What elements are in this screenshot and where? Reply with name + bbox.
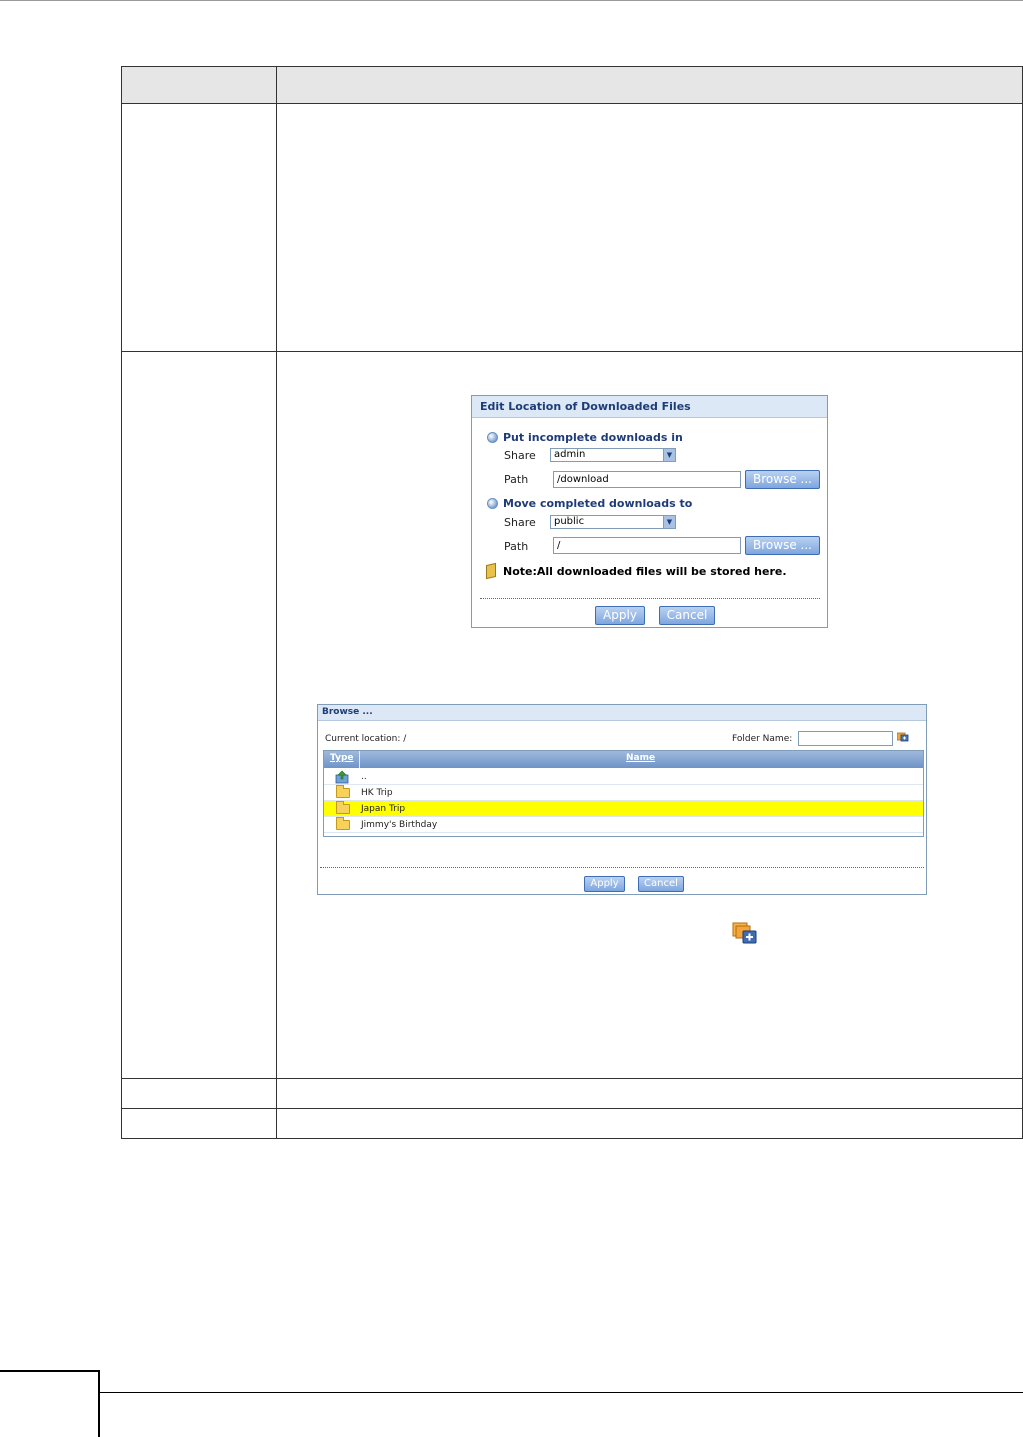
list-item[interactable]: HK Trip [324,785,923,801]
bullet-icon [487,432,498,443]
path-input-incomplete[interactable]: /download [553,471,741,488]
dropdown-arrow-icon[interactable]: ▼ [663,449,675,461]
table-header-row [122,67,1022,103]
dotted-divider [480,598,820,599]
cancel-button[interactable]: Cancel [659,606,715,625]
share-label: Share [504,449,536,462]
section-title: Move completed downloads to [503,497,693,510]
edit-location-dialog: Edit Location of Downloaded Files Put in… [471,395,828,628]
share-select-completed[interactable]: public ▼ [550,515,676,529]
type-column-header[interactable]: Type [330,753,353,763]
share-select-value: public [554,516,585,527]
up-folder-icon [335,770,349,784]
apply-button[interactable]: Apply [595,606,645,625]
note-text: Note:All downloaded files will be stored… [503,564,787,578]
folder-list: Type Name .. HK Trip Japan Trip Jimmy's … [323,750,924,837]
cancel-button[interactable]: Cancel [638,876,684,892]
name-column-header[interactable]: Name [626,753,655,763]
folder-name: Jimmy's Birthday [361,820,438,830]
folder-icon [336,801,350,814]
folder-name-label: Folder Name: [732,734,793,744]
table-row [122,1108,1022,1138]
table-label-cell [122,352,277,1078]
table-row [122,103,1022,351]
list-item-selected[interactable]: Japan Trip [324,801,923,817]
browse-button[interactable]: Browse ... [745,536,820,555]
apply-button[interactable]: Apply [584,876,625,892]
storage-note: Note:All downloaded files will be stored… [486,562,787,580]
folder-icon [336,785,350,798]
table-row [122,1078,1022,1108]
folder-name: .. [361,772,367,782]
footer-rule [100,1392,1023,1393]
table-label-cell [122,1109,277,1138]
browse-dialog: Browse ... Current location: / Folder Na… [317,704,927,895]
table-label-cell [122,1079,277,1108]
folder-name: HK Trip [361,788,393,798]
incomplete-downloads-heading: Put incomplete downloads in [487,431,683,444]
dialog-title: Edit Location of Downloaded Files [472,396,827,418]
share-label: Share [504,516,536,529]
table-label-cell [122,104,277,351]
list-item[interactable]: .. [324,769,923,785]
bullet-icon [487,498,498,509]
folder-list-header: Type Name [324,751,923,768]
current-location: Current location: / [325,734,407,744]
new-folder-icon [732,922,757,944]
folder-name: Japan Trip [361,804,406,814]
note-icon [486,562,496,580]
top-rule [0,0,1023,1]
completed-downloads-heading: Move completed downloads to [487,497,692,510]
path-label: Path [504,540,529,553]
path-label: Path [504,473,529,486]
dotted-divider [320,867,924,868]
folder-name-input[interactable] [798,731,893,746]
list-item[interactable]: Jimmy's Birthday [324,817,923,833]
path-input-completed[interactable]: / [553,537,741,554]
share-select-value: admin [554,449,586,460]
table-header-label-cell [122,67,277,103]
section-title: Put incomplete downloads in [503,431,683,444]
dialog-title: Browse ... [318,705,926,721]
page-number-box [0,1370,100,1437]
column-separator [359,751,360,768]
new-folder-icon[interactable] [897,732,909,742]
dropdown-arrow-icon[interactable]: ▼ [663,516,675,528]
folder-icon [336,817,350,830]
share-select-incomplete[interactable]: admin ▼ [550,448,676,462]
browse-button[interactable]: Browse ... [745,470,820,489]
